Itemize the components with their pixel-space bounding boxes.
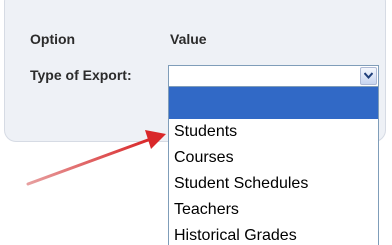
red-arrow-annotation — [26, 130, 166, 186]
export-options-screen: Option Value Type of Export: Students Co… — [0, 0, 392, 245]
